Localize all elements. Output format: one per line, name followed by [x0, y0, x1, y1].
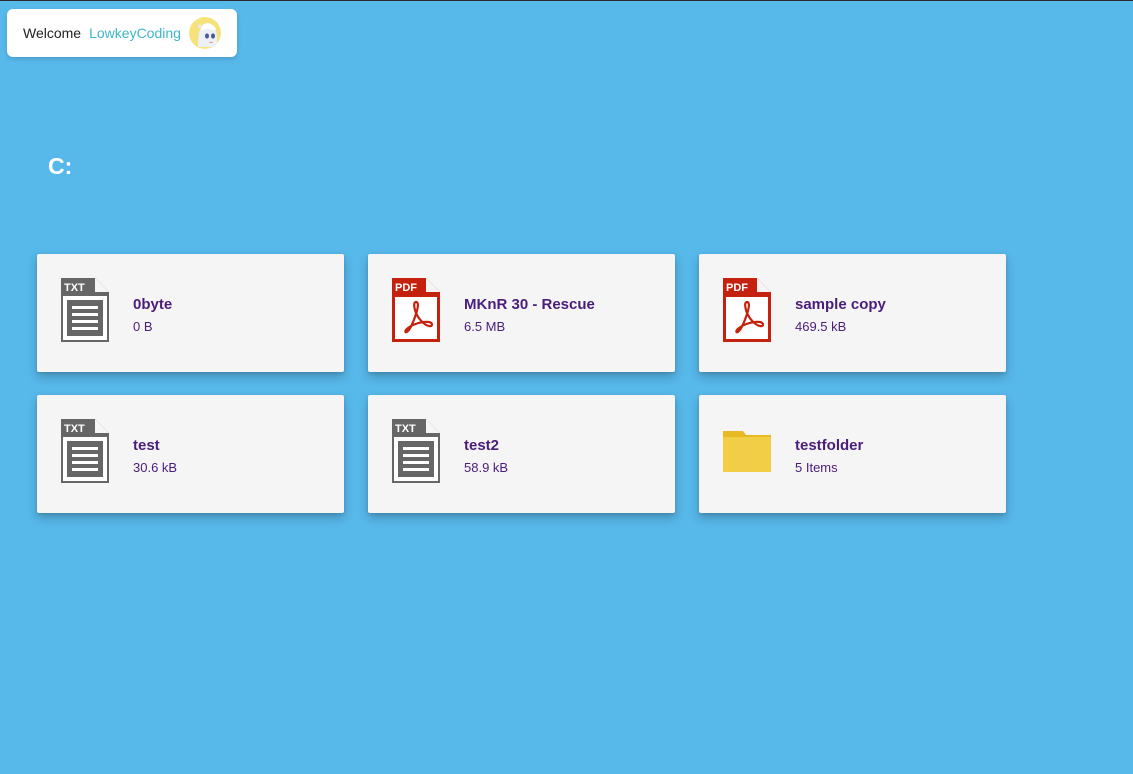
- avatar[interactable]: [188, 17, 221, 49]
- svg-text:TXT: TXT: [64, 423, 85, 435]
- file-size: 58.9 kB: [464, 460, 509, 475]
- file-name: test: [133, 437, 160, 454]
- file-card-test2[interactable]: TXT test2 58.9 kB: [368, 395, 675, 513]
- file-card-mknr-30-rescue[interactable]: PDF MKnR 30 - Rescue 6.5 MB: [368, 254, 675, 372]
- folder-icon: [723, 419, 771, 483]
- file-grid: TXT 0byte 0 B PDF MKnR 30 - Rescue 6.5 M: [37, 254, 1006, 513]
- file-name: MKnR 30 - Rescue: [464, 296, 595, 313]
- file-size: 6.5 MB: [464, 319, 506, 334]
- folder-item-count: 5 Items: [795, 460, 838, 475]
- svg-text:TXT: TXT: [395, 423, 416, 435]
- welcome-card: Welcome LowkeyCoding: [7, 9, 237, 57]
- txt-file-icon: TXT: [392, 419, 440, 483]
- file-name: sample copy: [795, 296, 886, 313]
- file-card-0byte[interactable]: TXT 0byte 0 B: [37, 254, 344, 372]
- svg-text:PDF: PDF: [726, 282, 748, 294]
- pdf-file-icon: PDF: [392, 278, 440, 342]
- file-name: test2: [464, 437, 500, 454]
- txt-file-icon: TXT: [61, 278, 109, 342]
- svg-text:TXT: TXT: [64, 282, 85, 294]
- svg-text:PDF: PDF: [395, 282, 417, 294]
- file-card-test[interactable]: TXT test 30.6 kB: [37, 395, 344, 513]
- folder-name: testfolder: [795, 437, 864, 454]
- file-size: 30.6 kB: [133, 460, 178, 475]
- file-name: 0byte: [133, 296, 173, 313]
- avatar-image: [188, 17, 221, 49]
- pdf-file-icon: PDF: [723, 278, 771, 342]
- page-title: C:: [48, 153, 73, 179]
- folder-card-testfolder[interactable]: testfolder 5 Items: [699, 395, 1006, 513]
- txt-file-icon: TXT: [61, 419, 109, 483]
- welcome-label: Welcome: [23, 25, 82, 41]
- top-border: [0, 0, 1133, 1]
- file-size: 469.5 kB: [795, 319, 847, 334]
- file-size: 0 B: [133, 319, 153, 334]
- file-card-sample-copy[interactable]: PDF sample copy 469.5 kB: [699, 254, 1006, 372]
- username-link[interactable]: LowkeyCoding: [89, 25, 181, 41]
